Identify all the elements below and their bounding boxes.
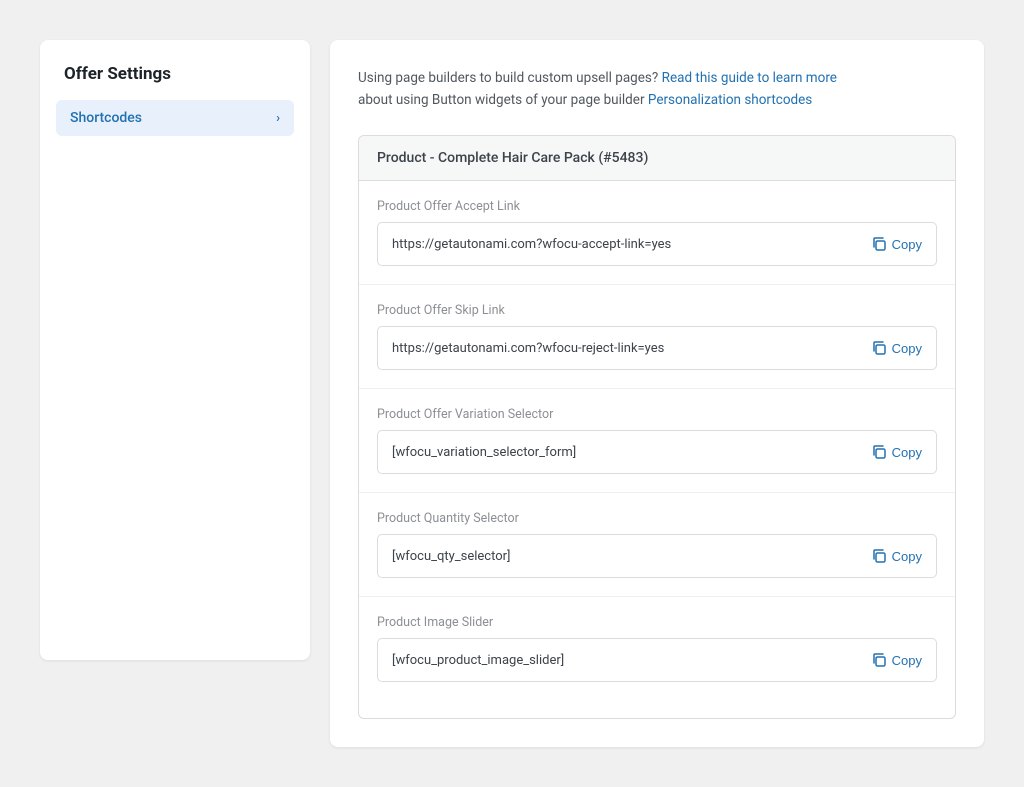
slider-row: [wfocu_product_image_slider] Copy: [377, 638, 937, 682]
product-header: Product - Complete Hair Care Pack (#5483…: [359, 136, 955, 181]
copy-icon: [871, 340, 887, 356]
sidebar: Offer Settings Shortcodes ›: [40, 40, 310, 660]
shortcode-group-variation: Product Offer Variation Selector [wfocu_…: [359, 389, 955, 493]
copy-icon: [871, 444, 887, 460]
shortcode-group-slider: Product Image Slider [wfocu_product_imag…: [359, 597, 955, 718]
quantity-row: [wfocu_qty_selector] Copy: [377, 534, 937, 578]
skip-link-value: https://getautonami.com?wfocu-reject-lin…: [392, 341, 861, 356]
sidebar-item-shortcodes[interactable]: Shortcodes ›: [56, 100, 294, 136]
variation-label: Product Offer Variation Selector: [377, 407, 937, 422]
accept-link-label: Product Offer Accept Link: [377, 199, 937, 214]
slider-label: Product Image Slider: [377, 615, 937, 630]
copy-quantity-button[interactable]: Copy: [871, 548, 922, 564]
main-content: Using page builders to build custom upse…: [330, 40, 984, 747]
quantity-value: [wfocu_qty_selector]: [392, 549, 861, 564]
variation-row: [wfocu_variation_selector_form] Copy: [377, 430, 937, 474]
product-section: Product - Complete Hair Care Pack (#5483…: [358, 135, 956, 719]
accept-link-row: https://getautonami.com?wfocu-accept-lin…: [377, 222, 937, 266]
shortcode-group-skip: Product Offer Skip Link https://getauton…: [359, 285, 955, 389]
accept-link-value: https://getautonami.com?wfocu-accept-lin…: [392, 237, 861, 252]
shortcode-group-quantity: Product Quantity Selector [wfocu_qty_sel…: [359, 493, 955, 597]
copy-icon: [871, 236, 887, 252]
copy-accept-link-button[interactable]: Copy: [871, 236, 922, 252]
quantity-label: Product Quantity Selector: [377, 511, 937, 526]
copy-skip-link-button[interactable]: Copy: [871, 340, 922, 356]
sidebar-item-label: Shortcodes: [70, 110, 142, 126]
skip-link-row: https://getautonami.com?wfocu-reject-lin…: [377, 326, 937, 370]
skip-link-label: Product Offer Skip Link: [377, 303, 937, 318]
copy-slider-button[interactable]: Copy: [871, 652, 922, 668]
chevron-right-icon: ›: [276, 111, 280, 126]
variation-value: [wfocu_variation_selector_form]: [392, 445, 861, 460]
intro-text: Using page builders to build custom upse…: [358, 68, 956, 111]
shortcode-group-accept: Product Offer Accept Link https://getaut…: [359, 181, 955, 285]
personalization-link[interactable]: Personalization shortcodes: [648, 92, 812, 108]
guide-link[interactable]: Read this guide to learn more: [662, 70, 837, 86]
sidebar-title: Offer Settings: [56, 64, 294, 84]
slider-value: [wfocu_product_image_slider]: [392, 653, 861, 668]
copy-icon: [871, 548, 887, 564]
copy-icon: [871, 652, 887, 668]
copy-variation-button[interactable]: Copy: [871, 444, 922, 460]
